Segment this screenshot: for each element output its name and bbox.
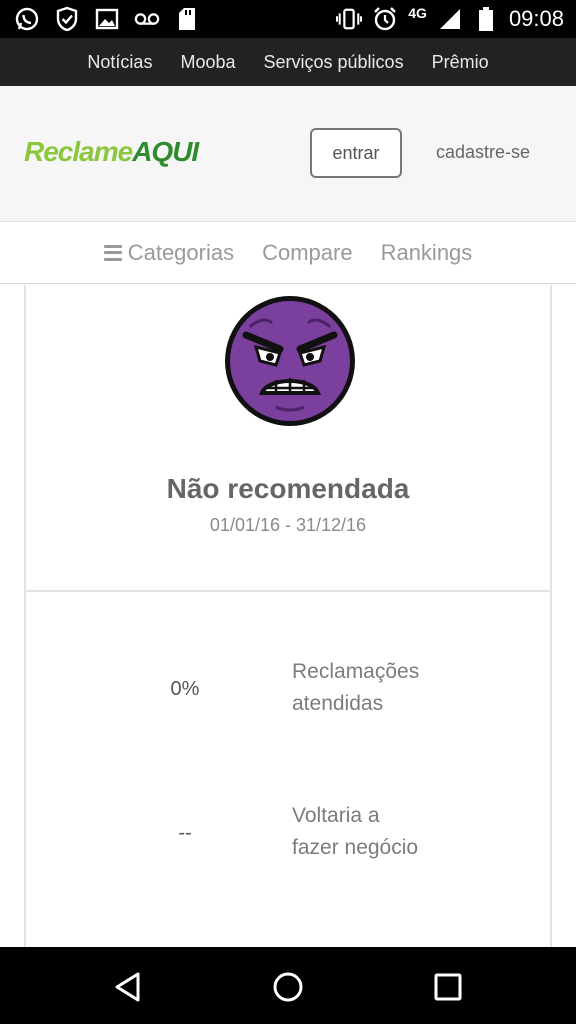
rankings-link[interactable]: Rankings	[381, 240, 473, 266]
nav-link-premio[interactable]: Prêmio	[432, 52, 489, 73]
nav-link-servicos-publicos[interactable]: Serviços públicos	[264, 52, 404, 73]
shield-check-icon	[54, 6, 80, 32]
reputation-card: Não recomendada 01/01/16 - 31/12/16	[24, 285, 552, 592]
system-icons: 4G 09:08	[336, 5, 564, 33]
reputation-period: 01/01/16 - 31/12/16	[209, 515, 367, 535]
sub-nav: Categorias Compare Rankings	[0, 222, 576, 284]
metric-value: 0%	[170, 678, 200, 700]
network-type: 4G	[408, 5, 427, 21]
battery-icon	[473, 6, 499, 32]
company-reputation: Não recomendada 01/01/16 - 31/12/16 0% R…	[0, 285, 576, 947]
clock: 09:08	[508, 6, 564, 31]
sd-card-icon	[174, 6, 200, 32]
categories-menu[interactable]: Categorias	[103, 239, 235, 266]
metric-value: --	[178, 822, 192, 844]
site-header: ReclameAQUI entrar cadastre-se	[0, 86, 576, 222]
signup-link[interactable]: cadastre-se	[436, 142, 530, 163]
system-nav-bar	[0, 947, 576, 1024]
metric-complaints-answered: 0% Reclamações atendidas	[26, 656, 550, 736]
metric-label-line: Voltaria a	[292, 804, 380, 827]
alarm-icon	[372, 6, 398, 32]
hamburger-icon	[103, 244, 122, 261]
home-icon[interactable]	[266, 965, 310, 1009]
vibrate-icon	[336, 6, 363, 32]
voicemail-icon	[134, 6, 160, 32]
reclame-aqui-logo[interactable]: ReclameAQUI	[24, 136, 199, 168]
compare-link[interactable]: Compare	[262, 240, 352, 266]
recents-icon[interactable]	[426, 965, 470, 1009]
metric-label-line: fazer negócio	[292, 836, 419, 859]
metric-label: Voltaria a fazer negócio	[292, 800, 492, 864]
login-button[interactable]: entrar	[310, 128, 402, 178]
status-bar: 4G 09:08	[0, 0, 576, 38]
notification-icons	[14, 5, 200, 33]
logo-text-reclame: Reclame	[24, 136, 133, 167]
nav-link-noticias[interactable]: Notícias	[87, 52, 152, 73]
metric-would-return: -- Voltaria a fazer negócio	[26, 800, 550, 880]
logo-text-aqui: AQUI	[132, 136, 199, 167]
image-icon	[94, 6, 120, 32]
metrics-card: 0% Reclamações atendidas -- Voltaria a f…	[24, 592, 552, 947]
signal-icon	[437, 6, 463, 32]
reputation-status: Não recomendada	[166, 473, 410, 504]
categories-label: Categorias	[127, 239, 235, 265]
nav-link-mooba[interactable]: Mooba	[180, 52, 235, 73]
back-icon[interactable]	[106, 965, 150, 1009]
metric-label-line: atendidas	[292, 692, 384, 715]
metric-label-line: Reclamações	[292, 660, 420, 683]
whatsapp-icon	[14, 6, 40, 32]
metric-label: Reclamações atendidas	[292, 656, 492, 720]
top-nav: Notícias Mooba Serviços públicos Prêmio	[0, 38, 576, 86]
angry-face-icon	[222, 293, 358, 429]
